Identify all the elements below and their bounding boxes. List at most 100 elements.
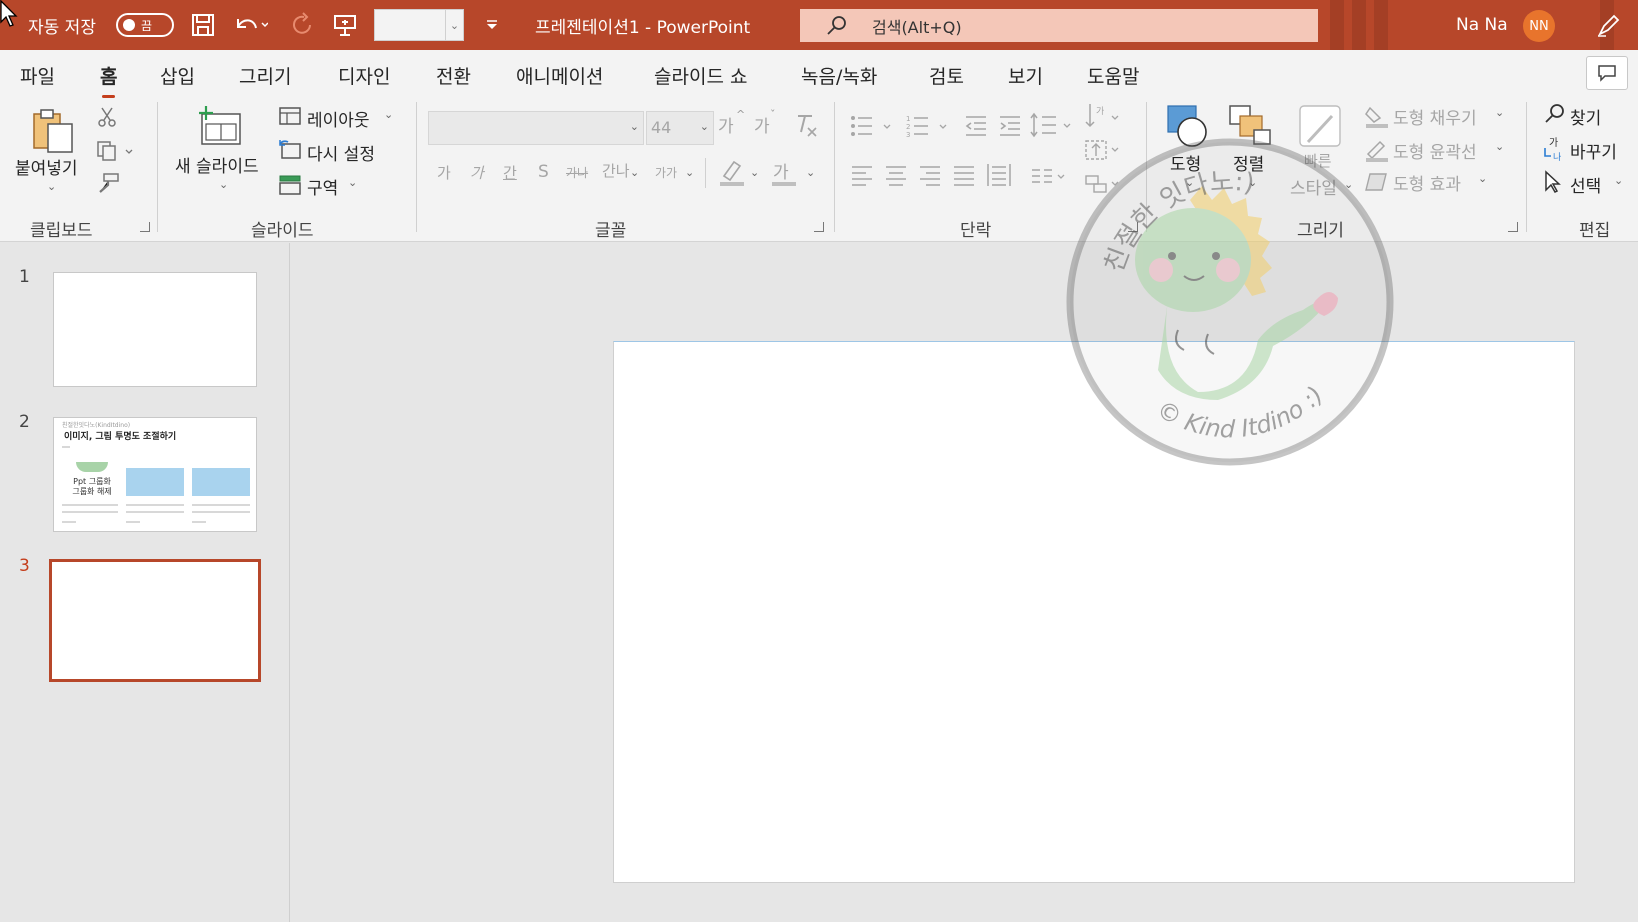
shape-outline-icon[interactable] [1364, 138, 1390, 166]
shape-effects-dropdown[interactable]: ⌄ [1478, 172, 1487, 185]
italic-button[interactable]: 가 [470, 162, 484, 183]
arrange-dropdown[interactable]: ⌄ [1248, 176, 1257, 189]
shape-fill-label[interactable]: 도형 채우기 [1393, 104, 1477, 129]
avatar[interactable]: NN [1523, 10, 1555, 42]
user-name[interactable]: Na Na [1456, 0, 1508, 50]
character-spacing-dropdown[interactable]: ⌄ [630, 166, 639, 179]
paste-icon[interactable] [30, 106, 78, 158]
numbering-icon[interactable]: 123 [906, 114, 954, 142]
tab-transitions[interactable]: 전환 [436, 62, 471, 89]
quick-styles-icon[interactable] [1298, 104, 1344, 154]
shape-effects-icon[interactable] [1364, 170, 1390, 198]
new-slide-label[interactable]: 새 슬라이드 [175, 152, 259, 177]
tab-animations[interactable]: 애니메이션 [516, 62, 603, 89]
text-direction-icon[interactable]: 가 [1084, 102, 1124, 134]
tab-home[interactable]: 홈 [100, 62, 117, 98]
align-right-icon[interactable] [918, 164, 942, 190]
change-case-dropdown[interactable]: ⌄ [685, 166, 694, 179]
line-spacing-icon[interactable] [1030, 112, 1074, 142]
font-name-combobox[interactable]: ⌄ [428, 111, 644, 145]
find-icon[interactable] [1543, 102, 1567, 130]
chevron-down-icon[interactable]: ⌄ [700, 120, 709, 133]
tab-design[interactable]: 디자인 [338, 62, 390, 89]
slide-thumbnail-3[interactable] [49, 559, 261, 682]
font-size-combobox[interactable]: 44 ⌄ [646, 111, 714, 145]
shapes-label[interactable]: 도형 [1170, 150, 1201, 175]
smartart-icon[interactable] [1084, 172, 1124, 200]
underline-button[interactable]: 간 [503, 162, 517, 183]
select-label[interactable]: 선택 [1570, 172, 1601, 197]
replace-icon[interactable]: 가나 [1541, 136, 1569, 166]
replace-label[interactable]: 바꾸기 [1570, 138, 1617, 163]
shapes-dropdown[interactable]: ⌄ [1185, 176, 1194, 189]
tab-help[interactable]: 도움말 [1087, 62, 1139, 89]
highlighter-dropdown[interactable]: ⌄ [750, 166, 759, 179]
justify-icon[interactable] [952, 164, 976, 190]
tab-review[interactable]: 검토 [929, 62, 964, 89]
tab-file[interactable]: 파일 [20, 62, 55, 89]
quick-styles-label-1[interactable]: 빠른 [1304, 150, 1332, 171]
section-label[interactable]: 구역 [307, 174, 338, 199]
search-box[interactable]: 검색(Alt+Q) [800, 9, 1318, 42]
quick-access-combobox[interactable]: ⌄ [374, 9, 464, 41]
copy-icon[interactable] [96, 140, 136, 166]
character-spacing-button[interactable]: 간나 [602, 160, 630, 181]
autosave-toggle[interactable]: 끔 [116, 0, 174, 50]
decrease-indent-icon[interactable] [964, 114, 988, 142]
tab-slideshow[interactable]: 슬라이드 쇼 [654, 62, 747, 89]
slide-thumbnail-2[interactable]: 친절한잇다노(KindItdino) 이미지, 그림 투명도 조절하기 Ppt … [53, 417, 257, 532]
section-dropdown[interactable]: ⌄ [348, 176, 357, 189]
font-dialog-launcher[interactable] [814, 222, 824, 232]
comments-button[interactable] [1586, 56, 1628, 90]
shape-outline-label[interactable]: 도형 윤곽선 [1393, 138, 1477, 163]
tab-draw[interactable]: 그리기 [239, 62, 291, 89]
undo-icon[interactable] [232, 0, 268, 50]
paste-dropdown[interactable]: ⌄ [47, 180, 56, 193]
drawing-dialog-launcher[interactable] [1508, 222, 1518, 232]
align-left-icon[interactable] [850, 164, 874, 190]
bold-button[interactable]: 가 [437, 162, 451, 183]
chevron-down-icon[interactable]: ⌄ [445, 10, 463, 40]
shapes-icon[interactable] [1164, 104, 1212, 154]
arrange-label[interactable]: 정렬 [1233, 150, 1264, 175]
format-painter-icon[interactable] [96, 172, 120, 198]
tab-recording[interactable]: 녹음/녹화 [801, 62, 877, 89]
reset-icon[interactable] [278, 140, 302, 166]
layout-dropdown[interactable]: ⌄ [384, 108, 393, 121]
shape-fill-icon[interactable] [1364, 104, 1390, 132]
select-dropdown[interactable]: ⌄ [1614, 174, 1623, 187]
paragraph-dialog-launcher[interactable] [1128, 222, 1138, 232]
bullets-icon[interactable] [850, 114, 898, 142]
shape-effects-label[interactable]: 도형 효과 [1393, 170, 1461, 195]
reset-label[interactable]: 다시 설정 [307, 140, 375, 165]
find-label[interactable]: 찾기 [1570, 104, 1601, 129]
columns-icon[interactable] [1030, 166, 1070, 190]
quick-styles-dropdown[interactable]: ⌄ [1344, 178, 1353, 191]
change-case-button[interactable]: 가가 [655, 164, 677, 181]
customize-quick-access-icon[interactable] [485, 0, 499, 50]
tab-insert[interactable]: 삽입 [160, 62, 195, 89]
align-center-icon[interactable] [884, 164, 908, 190]
presentation-icon[interactable] [332, 0, 358, 50]
clipboard-dialog-launcher[interactable] [140, 222, 150, 232]
increase-indent-icon[interactable] [998, 114, 1022, 142]
slide-thumbnail-pane[interactable]: 1 2 친절한잇다노(KindItdino) 이미지, 그림 투명도 조절하기 … [0, 243, 290, 922]
new-slide-icon[interactable] [196, 104, 246, 154]
chevron-down-icon[interactable]: ⌄ [630, 120, 639, 133]
slide-thumbnail-1[interactable] [53, 272, 257, 387]
select-icon[interactable] [1543, 170, 1563, 198]
layout-icon[interactable] [278, 106, 302, 130]
font-color-dropdown[interactable]: ⌄ [806, 166, 815, 179]
cut-icon[interactable] [96, 106, 118, 132]
layout-label[interactable]: 레이아웃 [307, 106, 370, 131]
save-icon[interactable] [190, 0, 216, 50]
text-shadow-button[interactable]: S [538, 162, 549, 182]
quick-styles-label-2[interactable]: 스타일 [1290, 174, 1337, 199]
tab-view[interactable]: 보기 [1008, 62, 1043, 89]
clear-formatting-icon[interactable] [792, 112, 820, 144]
strikethrough-button[interactable]: 가나 [566, 164, 588, 181]
shrink-font-button[interactable]: 가 [754, 112, 770, 137]
align-text-icon[interactable] [1084, 138, 1124, 166]
paste-label[interactable]: 붙여넣기 [15, 154, 78, 179]
grow-font-button[interactable]: 가 [718, 112, 734, 137]
